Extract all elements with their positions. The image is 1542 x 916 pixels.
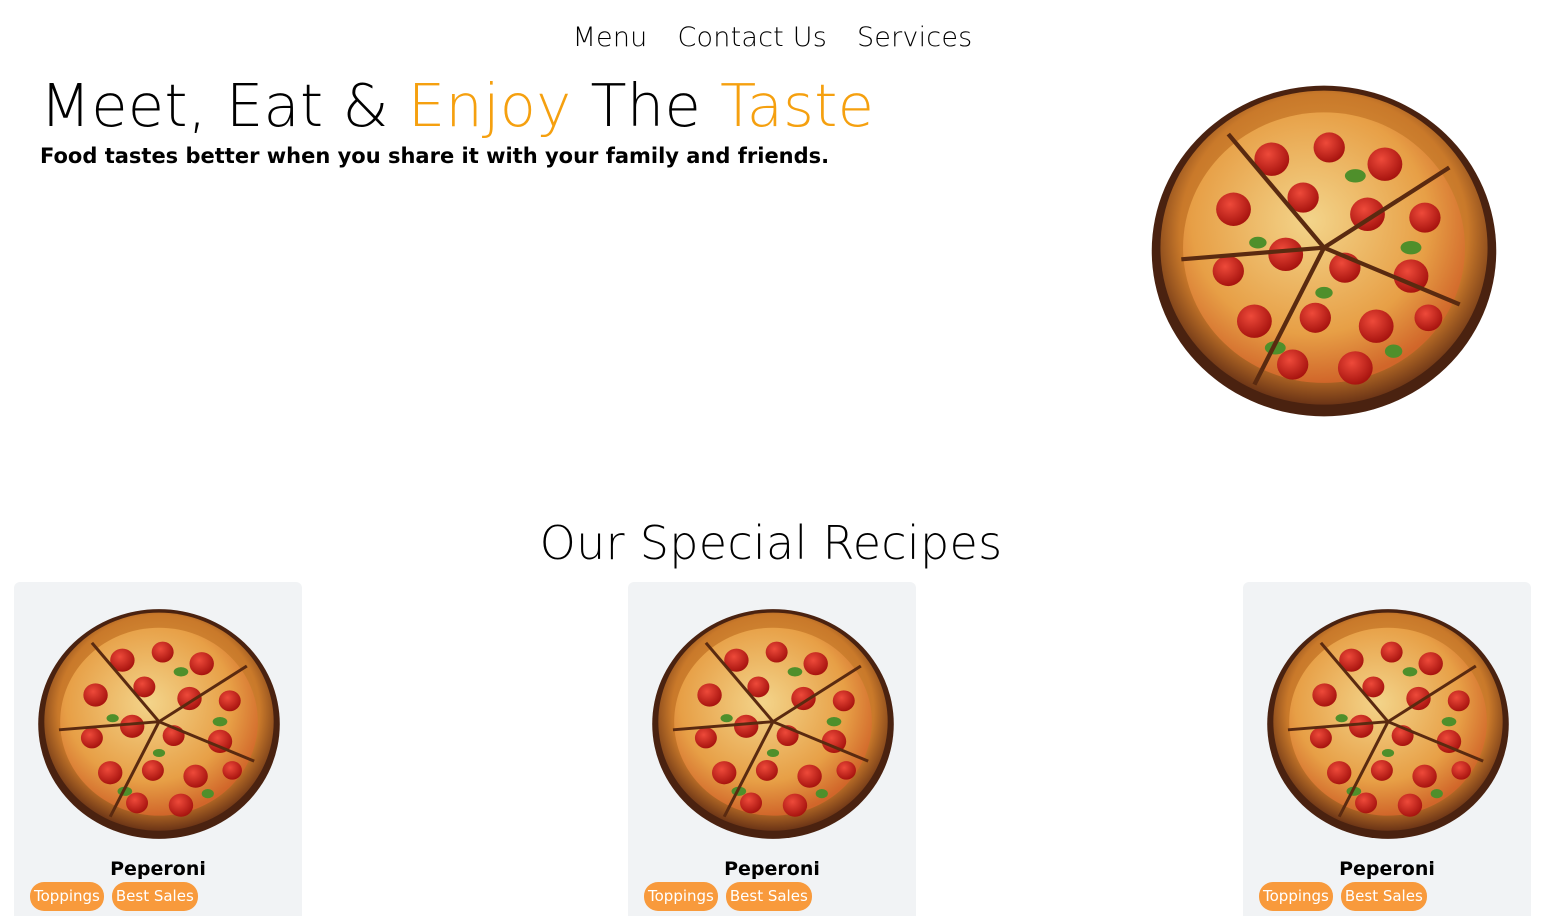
nav-item-services[interactable]: Services [857,22,972,53]
tag-best-sales[interactable]: Best Sales [1340,882,1427,911]
recipe-tags: Toppings Best Sales [1259,882,1427,911]
recipe-pizza-image [651,608,895,840]
tag-toppings[interactable]: Toppings [1259,882,1333,911]
recipes-section-title: Our Special Recipes [539,516,1003,570]
recipe-name: Peperoni [110,858,206,880]
recipe-card[interactable]: Peperoni Toppings Best Sales [1243,582,1531,916]
recipe-tags: Toppings Best Sales [30,882,198,911]
tag-best-sales[interactable]: Best Sales [111,882,198,911]
hero-title-accent-enjoy: Enjoy [407,71,572,140]
nav-item-menu[interactable]: Menu [573,22,648,53]
recipe-pizza-image [37,608,281,840]
hero-subtitle: Food tastes better when you share it wit… [40,144,830,168]
recipe-pizza-image [1266,608,1510,840]
hero-title-accent-taste: Taste [720,71,875,140]
hero-title-part1: Meet, Eat & [40,71,408,140]
recipe-card[interactable]: Peperoni Toppings Best Sales [628,582,916,916]
nav-item-contact-us[interactable]: Contact Us [678,22,827,53]
tag-best-sales[interactable]: Best Sales [725,882,812,911]
recipe-name: Peperoni [724,858,820,880]
hero-pizza-image [1150,84,1498,418]
recipe-card[interactable]: Peperoni Toppings Best Sales [14,582,302,916]
hero-title: Meet, Eat & Enjoy The Taste [40,71,875,140]
hero-title-part2: The [571,71,721,140]
tag-toppings[interactable]: Toppings [644,882,718,911]
recipe-tags: Toppings Best Sales [644,882,812,911]
top-nav: Menu Contact Us Services [0,22,1542,53]
recipe-name: Peperoni [1339,858,1435,880]
tag-toppings[interactable]: Toppings [30,882,104,911]
